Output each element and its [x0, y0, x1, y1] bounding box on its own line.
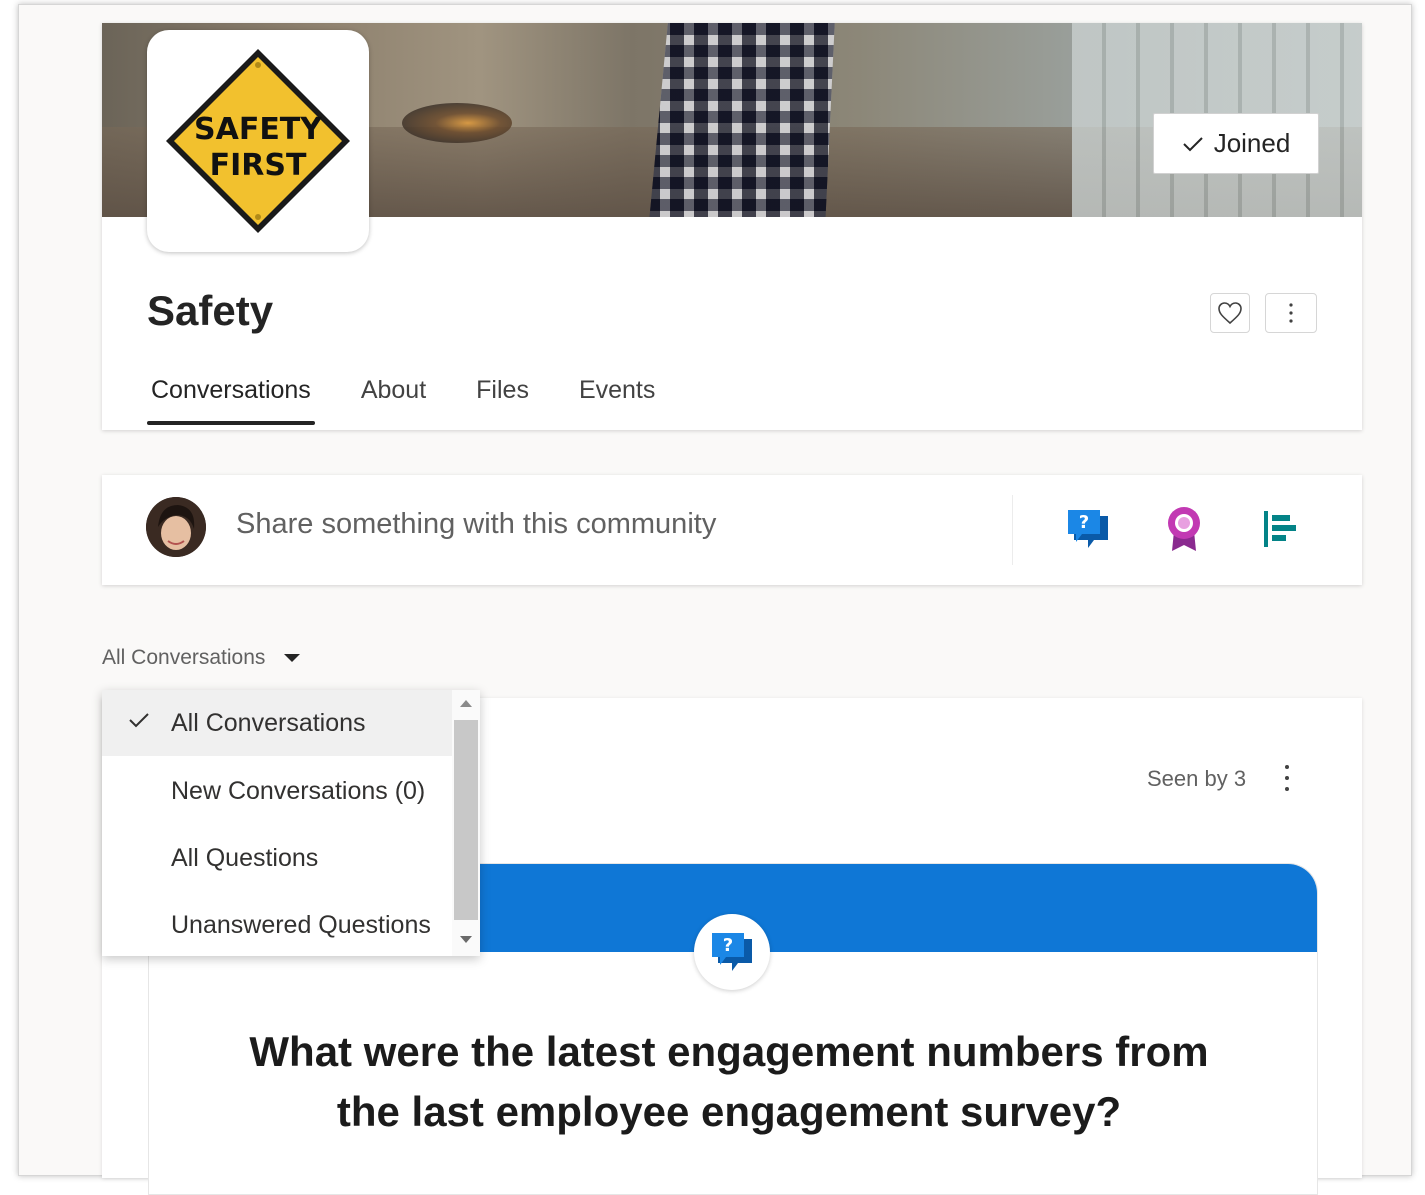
heart-icon [1218, 302, 1242, 325]
check-icon [1182, 136, 1203, 151]
favorite-button[interactable] [1210, 293, 1250, 333]
filter-dropdown-menu: All Conversations New Conversations (0) … [102, 690, 480, 956]
composer-divider [1012, 495, 1013, 565]
scroll-up-arrow[interactable] [460, 700, 472, 707]
question-badge: ? [694, 914, 770, 990]
filter-option-unanswered-questions[interactable]: Unanswered Questions [102, 892, 452, 956]
poll-button[interactable] [1254, 503, 1306, 555]
poll-icon [1264, 511, 1296, 547]
question-icon: ? [1068, 510, 1108, 548]
filter-option-all-conversations[interactable]: All Conversations [102, 690, 452, 756]
praise-button[interactable] [1158, 503, 1210, 555]
seen-by-count[interactable]: Seen by 3 [1147, 766, 1246, 792]
caret-down-icon [284, 654, 301, 662]
tab-conversations[interactable]: Conversations [147, 368, 315, 425]
dropdown-scrollbar[interactable] [452, 690, 480, 956]
tab-events[interactable]: Events [575, 368, 659, 425]
filter-option-label: All Conversations [171, 708, 366, 737]
filter-option-new-conversations[interactable]: New Conversations (0) [102, 758, 452, 824]
question-title: What were the latest engagement numbers … [249, 1028, 1209, 1135]
logo-text-line1: SAFETY [194, 112, 323, 147]
filter-selected-label: All Conversations [102, 646, 266, 669]
logo-text-line2: FIRST [210, 148, 307, 183]
post-more-button[interactable] [1272, 758, 1302, 798]
praise-icon [1168, 507, 1200, 551]
more-vertical-icon [1289, 303, 1293, 323]
svg-text:?: ? [1079, 512, 1089, 533]
scroll-down-arrow[interactable] [460, 936, 472, 943]
page-title: Safety [147, 287, 274, 334]
question-icon: ? [712, 933, 752, 971]
avatar [146, 497, 206, 557]
tab-about[interactable]: About [357, 368, 430, 425]
filter-option-all-questions[interactable]: All Questions [102, 825, 452, 891]
joined-button[interactable]: Joined [1153, 113, 1319, 174]
filter-option-label: New Conversations (0) [171, 776, 426, 805]
svg-text:?: ? [723, 935, 733, 956]
community-logo: SAFETY FIRST [147, 30, 369, 252]
question-button[interactable]: ? [1062, 503, 1114, 555]
post-composer: Share something with this community ? [102, 475, 1362, 585]
scrollbar-thumb[interactable] [454, 720, 478, 920]
safety-sign-icon: SAFETY FIRST [166, 49, 350, 233]
share-input[interactable]: Share something with this community [236, 508, 716, 541]
check-icon [129, 713, 149, 728]
more-vertical-icon [1285, 765, 1289, 791]
more-options-button[interactable] [1265, 293, 1317, 333]
filter-option-label: Unanswered Questions [171, 910, 431, 939]
community-header: SAFETY FIRST Joined Safety Conversations… [102, 23, 1362, 430]
filter-option-label: All Questions [171, 843, 319, 872]
tab-files[interactable]: Files [472, 368, 533, 425]
conversation-filter[interactable]: All Conversations [102, 646, 301, 670]
community-tabs: Conversations About Files Events [147, 368, 701, 425]
joined-label: Joined [1213, 128, 1291, 158]
